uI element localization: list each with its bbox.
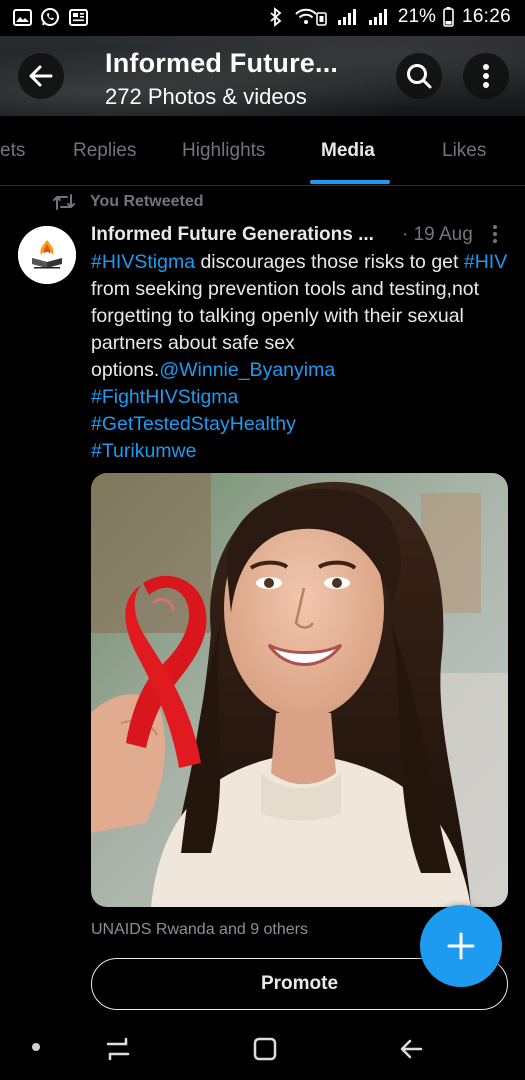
retweet-label: You Retweeted xyxy=(90,193,204,210)
tweet-date: · 19 Aug xyxy=(402,224,473,245)
tweet-more-icon[interactable] xyxy=(489,224,501,244)
tab-replies[interactable]: Replies xyxy=(73,140,136,162)
tab-posts[interactable]: ets xyxy=(0,140,25,162)
hashtag-link[interactable]: #FightHIVStigma xyxy=(91,386,238,408)
signal-icon xyxy=(367,7,391,27)
liked-by-text[interactable]: UNAIDS Rwanda and 9 others xyxy=(91,921,308,939)
retweet-icon xyxy=(53,194,75,210)
clock: 16:26 xyxy=(461,6,511,27)
active-tab-indicator xyxy=(310,180,390,184)
whatsapp-icon xyxy=(40,7,60,27)
media-count: 272 Photos & videos xyxy=(105,84,307,109)
recent-apps-button[interactable] xyxy=(101,1032,135,1066)
signal-icon xyxy=(336,7,360,27)
tab-likes[interactable]: Likes xyxy=(442,140,486,162)
tab-highlights[interactable]: Highlights xyxy=(182,140,265,162)
search-icon xyxy=(407,64,432,89)
profile-tabs: ets Replies Highlights Media Likes xyxy=(0,116,525,186)
back-nav-button[interactable] xyxy=(394,1032,428,1066)
news-icon xyxy=(68,7,88,27)
recent-apps-icon xyxy=(106,1037,130,1061)
home-icon xyxy=(253,1037,277,1061)
tweet-text-segment: discourages those risks to get xyxy=(195,251,464,273)
back-chevron-icon xyxy=(400,1039,423,1059)
plus-icon xyxy=(447,932,475,960)
nav-indicator-dot xyxy=(32,1043,40,1051)
avatar[interactable] xyxy=(18,226,76,284)
mention-link[interactable]: @Winnie_Byanyima xyxy=(159,359,335,381)
tweet-photo[interactable] xyxy=(91,473,508,907)
hashtag-link[interactable]: #HIV xyxy=(464,251,507,273)
hashtag-link[interactable]: #Turikumwe xyxy=(91,440,196,462)
bluetooth-icon xyxy=(266,7,286,27)
page-title: Informed Future... xyxy=(105,48,339,78)
wifi-icon xyxy=(293,7,329,27)
more-vertical-icon xyxy=(483,64,489,88)
hashtag-link[interactable]: #HIVStigma xyxy=(91,251,195,273)
search-button[interactable] xyxy=(396,53,442,99)
battery-percentage: 21% xyxy=(397,6,436,27)
profile-header: Informed Future... 272 Photos & videos xyxy=(0,36,525,116)
gallery-icon xyxy=(12,7,32,27)
tweet-text: #HIVStigma discourages those risks to ge… xyxy=(91,249,511,465)
author-name[interactable]: Informed Future Generations ... xyxy=(91,224,374,246)
tab-media[interactable]: Media xyxy=(321,140,375,162)
retweet-context: You Retweeted xyxy=(52,193,204,211)
back-button[interactable] xyxy=(18,53,64,99)
arrow-left-icon xyxy=(29,65,53,87)
tweet-header: Informed Future Generations ... · 19 Aug xyxy=(91,224,511,250)
more-options-button[interactable] xyxy=(463,53,509,99)
home-button[interactable] xyxy=(248,1032,282,1066)
compose-button[interactable] xyxy=(420,905,502,987)
hashtag-link[interactable]: #GetTestedStayHealthy xyxy=(91,413,296,435)
status-bar: 21% 16:26 xyxy=(0,0,525,36)
system-navigation-bar xyxy=(0,1018,525,1080)
battery-icon xyxy=(443,7,455,27)
